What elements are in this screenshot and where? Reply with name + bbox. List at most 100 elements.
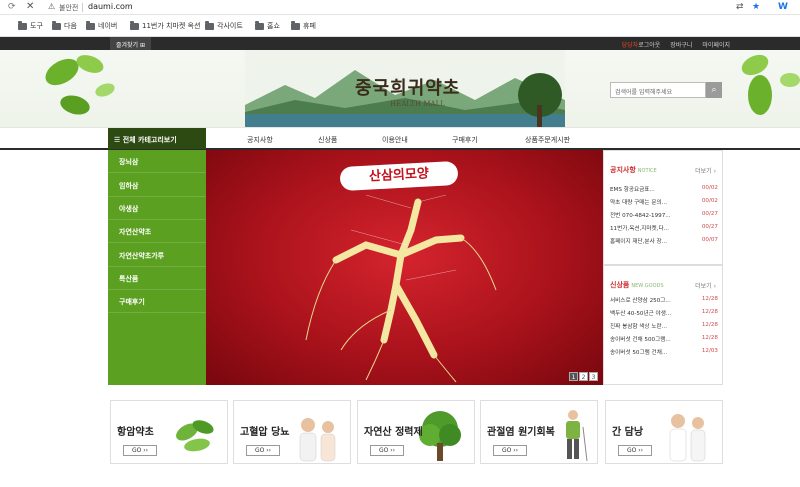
notice-row[interactable]: EMS 항공요금표... 00/02 bbox=[610, 185, 718, 193]
notice-row-title: EMS 항공요금표... bbox=[610, 187, 655, 193]
site-logo-title[interactable]: 중국희귀약초 bbox=[355, 74, 460, 100]
bookmark-label: 홈쇼 bbox=[267, 22, 280, 30]
site-logo-subtitle: HEALTH MALL bbox=[390, 100, 445, 108]
favorite-button[interactable]: 즐겨찾기 ⊞ bbox=[110, 37, 152, 50]
new-goods-title-text: 신상품 bbox=[610, 281, 630, 289]
product-card-title: 관절염 원기회복 bbox=[487, 427, 555, 438]
nav-item-notice[interactable]: 공지사항 bbox=[247, 135, 273, 145]
new-goods-more-link[interactable]: 더보기 › bbox=[695, 281, 716, 290]
leaf-decoration-right bbox=[741, 54, 800, 115]
close-icon[interactable]: ✕ bbox=[26, 1, 34, 12]
insecure-label[interactable]: 불안전 bbox=[59, 3, 78, 13]
banner-page[interactable]: 3 bbox=[589, 372, 598, 381]
product-card-title: 항암약초 bbox=[117, 427, 154, 438]
notice-row[interactable]: 11번가,옥션,지마켓,다... 00/27 bbox=[610, 224, 718, 232]
bookmark-folder[interactable]: 도구 bbox=[18, 20, 43, 31]
go-button[interactable]: GO ›› bbox=[493, 445, 527, 456]
go-button[interactable]: GO ›› bbox=[370, 445, 404, 456]
banner-page[interactable]: 1 bbox=[569, 372, 578, 381]
notice-board: 공지사항 NOTICE 더보기 › EMS 항공요금표... 00/02 약초 대량… bbox=[603, 150, 723, 265]
product-card-title: 고혈압 당뇨 bbox=[240, 427, 290, 438]
bookmark-folder[interactable]: 각사이트 bbox=[205, 20, 243, 31]
new-goods-row[interactable]: 송이버섯 50그램 건채... 12/03 bbox=[610, 348, 718, 356]
notice-more-label: 더보기 bbox=[695, 168, 712, 175]
search-input[interactable]: 검색어를 입력해주세요 bbox=[610, 82, 706, 98]
search-button[interactable]: ⌕ bbox=[706, 82, 722, 98]
go-button[interactable]: GO ›› bbox=[618, 445, 652, 456]
bookmark-folder[interactable]: 다음 bbox=[52, 20, 77, 31]
folder-icon bbox=[205, 20, 214, 30]
notice-row[interactable]: 전번 070-4842-1997... 00/27 bbox=[610, 211, 718, 219]
notice-row-date: 00/02 bbox=[701, 198, 718, 204]
category-item[interactable]: 임하삼 bbox=[108, 174, 206, 197]
new-goods-more-label: 더보기 bbox=[695, 283, 712, 290]
product-card[interactable]: 항암약초 GO ›› bbox=[110, 400, 228, 464]
url-field[interactable]: daumi.com bbox=[88, 2, 133, 11]
nav-item-new[interactable]: 신상품 bbox=[318, 135, 337, 145]
herb-image bbox=[176, 420, 214, 452]
category-item[interactable]: 장뇌삼 bbox=[108, 150, 206, 173]
product-card[interactable]: 간 담낭 GO ›› bbox=[605, 400, 723, 464]
extension-icon[interactable]: W bbox=[778, 2, 788, 12]
menu-icon: ☰ bbox=[114, 136, 121, 144]
top-link-mypage[interactable]: 마이페이지 bbox=[702, 40, 730, 49]
new-goods-row[interactable]: 서비스로 산양삼 250그... 12/28 bbox=[610, 296, 718, 304]
new-goods-row-title: 진짜 봉삼함 색상 노란... bbox=[610, 324, 667, 330]
couple-image bbox=[669, 414, 706, 462]
product-card[interactable]: 관절염 원기회복 GO ›› bbox=[480, 400, 598, 464]
nav-item-order-board[interactable]: 상품주문게시판 bbox=[525, 135, 570, 145]
top-link-logout: 로그아웃 bbox=[638, 42, 661, 49]
favorite-label: 즐겨찾기 bbox=[116, 42, 139, 49]
new-goods-board: 신상품 NEW GOODS 더보기 › 서비스로 산양삼 250그... 12/28… bbox=[603, 265, 723, 385]
category-item[interactable]: 특산품 bbox=[108, 267, 206, 290]
bookmark-label: 도구 bbox=[30, 22, 43, 30]
banner-page[interactable]: 2 bbox=[579, 372, 588, 381]
notice-row[interactable]: 홈페이지 재단,분사 장... 00/07 bbox=[610, 237, 718, 245]
translate-icon[interactable]: ⇄ bbox=[736, 2, 744, 12]
new-goods-row-title: 서비스로 산양삼 250그... bbox=[610, 298, 671, 304]
folder-icon bbox=[52, 20, 61, 30]
new-goods-row-date: 12/03 bbox=[701, 348, 718, 354]
product-card-title: 자연산 정력제 bbox=[364, 427, 423, 438]
new-goods-title: 신상품 NEW GOODS bbox=[610, 280, 664, 290]
browser-address-bar: ⟳ ✕ ⚠ 불안전 daumi.com ⇄ ★ W bbox=[0, 0, 800, 15]
product-card[interactable]: 고혈압 당뇨 GO ›› bbox=[233, 400, 351, 464]
category-item[interactable]: 야생삼 bbox=[108, 197, 206, 220]
notice-row-title: 전번 070-4842-1997... bbox=[610, 213, 671, 219]
all-categories-button[interactable]: ☰ 전체 카테고리보기 bbox=[108, 128, 206, 149]
folder-icon bbox=[18, 20, 27, 30]
go-button[interactable]: GO ›› bbox=[123, 445, 157, 456]
notice-title-text: 공지사항 bbox=[610, 166, 636, 174]
category-item[interactable]: 구매후기 bbox=[108, 290, 206, 313]
bookmark-label: 휴페 bbox=[303, 22, 316, 30]
go-button[interactable]: GO ›› bbox=[246, 445, 280, 456]
warning-icon: ⚠ bbox=[48, 2, 56, 11]
search-icon: ⌕ bbox=[711, 85, 717, 95]
product-card-title: 간 담낭 bbox=[612, 427, 644, 438]
site-header: 중국희귀약초 HEALTH MALL 검색어를 입력해주세요 ⌕ bbox=[0, 50, 800, 127]
bookmark-folder[interactable]: 홈쇼 bbox=[255, 20, 280, 31]
top-link-cart[interactable]: 장바구니 bbox=[670, 40, 692, 49]
new-goods-row[interactable]: 송이버섯 건채 500그램... 12/28 bbox=[610, 335, 718, 343]
nav-item-guide[interactable]: 이용안내 bbox=[382, 135, 408, 145]
category-item[interactable]: 자연산약초 bbox=[108, 220, 206, 243]
new-goods-row-title: 백두산 40-50년근 야생... bbox=[610, 311, 672, 317]
notice-row-date: 00/07 bbox=[701, 237, 718, 243]
new-goods-row[interactable]: 진짜 봉삼함 색상 노란... 12/28 bbox=[610, 322, 718, 330]
nav-item-reviews[interactable]: 구매후기 bbox=[452, 135, 478, 145]
notice-row[interactable]: 약초 대량 구매는 문의... 00/02 bbox=[610, 198, 718, 206]
star-icon[interactable]: ★ bbox=[752, 2, 760, 12]
product-card[interactable]: 자연산 정력제 GO ›› bbox=[357, 400, 475, 464]
bookmark-folder[interactable]: 네이버 bbox=[86, 20, 117, 31]
bookmark-folder[interactable]: 11번가 치마켓 옥션 bbox=[130, 20, 200, 31]
notice-row-date: 00/27 bbox=[701, 224, 718, 230]
reload-icon[interactable]: ⟳ bbox=[8, 2, 16, 12]
notice-more-link[interactable]: 더보기 › bbox=[695, 166, 716, 175]
bookmark-folder[interactable]: 휴페 bbox=[291, 20, 316, 31]
top-link[interactable]: 당당자로그아웃 bbox=[622, 40, 661, 49]
top-link-user: 당당자 bbox=[621, 42, 639, 49]
people-image bbox=[299, 418, 336, 462]
category-item[interactable]: 자연산약초가루 bbox=[108, 244, 206, 267]
main-banner[interactable]: 산삼의모양 1 2 3 bbox=[206, 150, 603, 385]
new-goods-row[interactable]: 백두산 40-50년근 야생... 12/28 bbox=[610, 309, 718, 317]
